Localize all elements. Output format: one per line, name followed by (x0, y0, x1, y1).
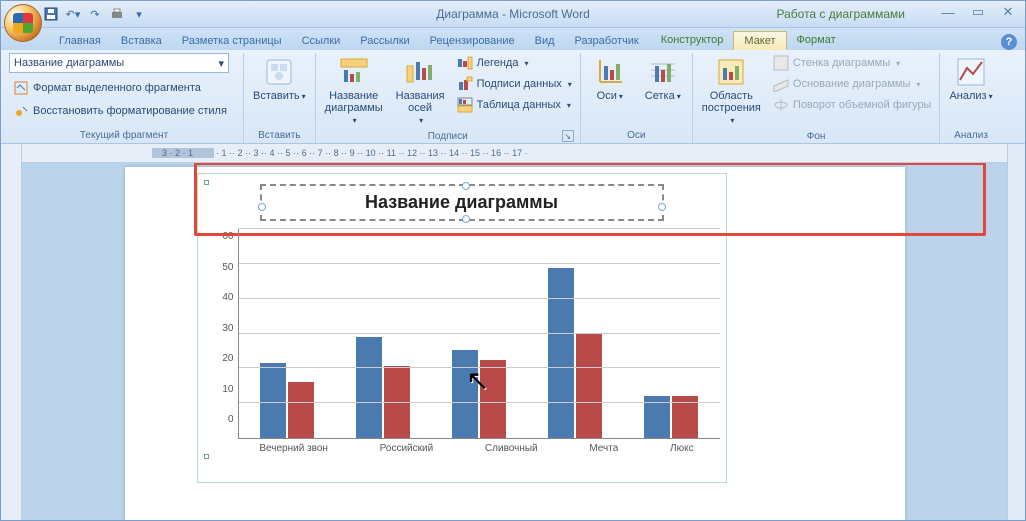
bar[interactable] (576, 333, 602, 438)
chart-title-textbox[interactable]: Название диаграммы (260, 184, 664, 221)
tab-Вид[interactable]: Вид (525, 32, 565, 50)
save-icon[interactable] (43, 6, 59, 22)
tab-Формат[interactable]: Формат (787, 31, 846, 50)
editor-area: 3 · 2 · 1 · 1 ·· 2 ·· 3 ·· 4 ·· 5 ·· 6 ·… (1, 144, 1025, 520)
chart-object[interactable]: Название диаграммы 6050403020100 Вечерни… (197, 173, 727, 483)
chart-wall-button: Стенка диаграммы (769, 53, 936, 73)
vertical-scrollbar[interactable] (1007, 144, 1025, 520)
x-tick-label: Российский (380, 443, 434, 454)
close-button[interactable]: ✕ (997, 4, 1019, 20)
x-tick-label: Вечерний звон (259, 443, 328, 454)
data-table-button[interactable]: Таблица данных (453, 95, 576, 115)
x-tick-label: Сливочный (485, 443, 538, 454)
tab-Рецензирование[interactable]: Рецензирование (420, 32, 525, 50)
reset-style-button[interactable]: Восстановить форматирование стиля (9, 101, 239, 121)
restore-button[interactable]: ▭ (967, 4, 989, 20)
group-label-labels: Подписи↘ (320, 129, 576, 144)
bar[interactable] (480, 360, 506, 438)
office-button[interactable] (4, 4, 42, 42)
group-label-current-fragment: Текущий фрагмент (9, 128, 239, 143)
minimize-button[interactable]: — (937, 4, 959, 20)
window-title: Диаграмма - Microsoft Word (436, 7, 590, 21)
page: Название диаграммы 6050403020100 Вечерни… (125, 167, 905, 520)
tab-Главная[interactable]: Главная (49, 32, 111, 50)
axis-titles-button[interactable]: Названия осей (391, 53, 450, 129)
chart-floor-button: Основание диаграммы (769, 74, 936, 94)
qat-more-icon[interactable]: ▾ (131, 6, 147, 22)
ribbon-tabs: ГлавнаяВставкаРазметка страницыСсылкиРас… (1, 28, 1025, 50)
gridlines-button[interactable]: Сетка (638, 53, 688, 105)
group-label-analysis: Анализ (944, 128, 997, 143)
tab-Макет[interactable]: Макет (733, 31, 786, 50)
title-bar: ↶▾ ↷ ▾ Диаграмма - Microsoft Word Работа… (1, 1, 1025, 28)
tab-Конструктор[interactable]: Конструктор (651, 31, 734, 50)
insert-button[interactable]: Вставить (248, 53, 311, 105)
bar[interactable] (452, 350, 478, 438)
bar[interactable] (288, 382, 314, 438)
plot-area-button[interactable]: Область построения (697, 53, 766, 129)
undo-icon[interactable]: ↶▾ (65, 6, 81, 22)
bar-group[interactable] (548, 268, 602, 438)
plot (238, 229, 720, 439)
horizontal-ruler: 3 · 2 · 1 · 1 ·· 2 ·· 3 ·· 4 ·· 5 ·· 6 ·… (22, 144, 1007, 163)
format-selection-button[interactable]: Формат выделенного фрагмента (9, 78, 239, 98)
analysis-button[interactable]: Анализ (944, 53, 997, 105)
rotate-3d-button: Поворот объемной фигуры (769, 95, 936, 115)
bar[interactable] (548, 268, 574, 438)
print-icon[interactable] (109, 6, 125, 22)
help-button[interactable]: ? (1001, 34, 1017, 50)
tab-Рассылки[interactable]: Рассылки (350, 32, 419, 50)
ribbon: Название диаграммы▾ Формат выделенного ф… (1, 50, 1025, 144)
chart-element-selector[interactable]: Название диаграммы▾ (9, 53, 229, 73)
group-label-background: Фон (697, 129, 936, 144)
x-tick-label: Мечта (589, 443, 618, 454)
bar[interactable] (356, 337, 382, 438)
axes-button[interactable]: Оси (585, 53, 635, 105)
x-tick-label: Люкс (670, 443, 694, 454)
group-label-insert: Вставить (248, 128, 311, 143)
bar-group[interactable] (260, 363, 314, 438)
bar-group[interactable] (356, 337, 410, 438)
tab-Разметка страницы[interactable]: Разметка страницы (172, 32, 292, 50)
legend-button[interactable]: Легенда (453, 53, 576, 73)
data-labels-button[interactable]: Подписи данных (453, 74, 576, 94)
tab-Разработчик[interactable]: Разработчик (565, 32, 649, 50)
chart-plot-area[interactable]: 6050403020100 (204, 229, 720, 439)
document-canvas[interactable]: Название диаграммы 6050403020100 Вечерни… (22, 163, 1007, 520)
chart-title-button[interactable]: Название диаграммы (320, 53, 388, 129)
bar-group[interactable] (452, 350, 506, 438)
tab-Ссылки[interactable]: Ссылки (292, 32, 351, 50)
x-axis: Вечерний звон Российский Сливочный Мечта Люк… (204, 439, 720, 454)
app-window: ↶▾ ↷ ▾ Диаграмма - Microsoft Word Работа… (0, 0, 1026, 521)
y-axis: 6050403020100 (204, 229, 238, 439)
vertical-ruler (1, 144, 22, 520)
redo-icon[interactable]: ↷ (87, 6, 103, 22)
context-tab-title: Работа с диаграммами (777, 7, 906, 21)
tab-Вставка[interactable]: Вставка (111, 32, 172, 50)
labels-dialog-launcher[interactable]: ↘ (562, 130, 574, 142)
bar[interactable] (260, 363, 286, 438)
group-label-axes: Оси (585, 128, 688, 143)
